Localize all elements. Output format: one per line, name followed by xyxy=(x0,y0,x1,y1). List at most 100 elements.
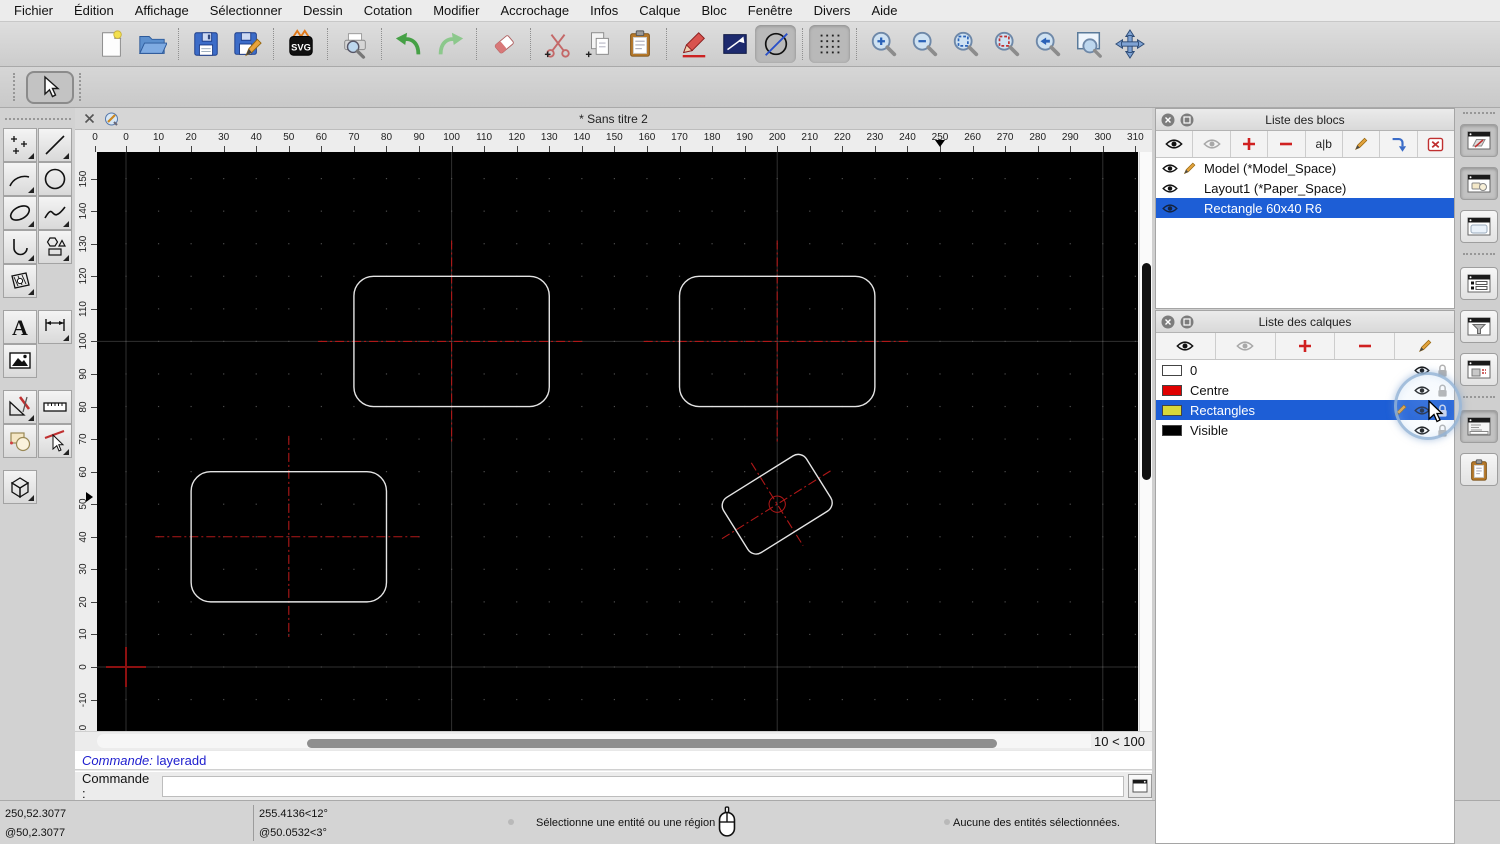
menu-fenetre[interactable]: Fenêtre xyxy=(748,3,793,18)
close-panel-icon[interactable] xyxy=(1161,113,1175,127)
vertical-scrollbar[interactable] xyxy=(1139,152,1152,731)
new-document-button[interactable] xyxy=(90,25,131,63)
layer-row[interactable]: Centre xyxy=(1156,380,1454,400)
layer-color-swatch[interactable] xyxy=(1162,404,1182,416)
save-button[interactable] xyxy=(185,25,226,63)
dock-toggle-command-widget[interactable] xyxy=(1460,410,1498,443)
dock-toggle-properties[interactable] xyxy=(1460,210,1498,243)
select-entity-tool[interactable] xyxy=(38,424,72,458)
float-panel-icon[interactable] xyxy=(1180,113,1194,127)
layer-remove-button[interactable] xyxy=(1335,333,1396,359)
block-row[interactable]: Rectangle 60x40 R6 xyxy=(1156,198,1454,218)
zoom-previous-button[interactable] xyxy=(1027,25,1068,63)
save-as-button[interactable] xyxy=(226,25,267,63)
horizontal-scrollbar-track[interactable] xyxy=(97,734,1097,748)
cut-button[interactable] xyxy=(537,25,578,63)
redo-button[interactable] xyxy=(429,25,470,63)
hatch-tool[interactable] xyxy=(3,264,37,298)
points-tool[interactable] xyxy=(3,128,37,162)
block-add-button[interactable] xyxy=(1231,131,1269,157)
layer-hide-all-button[interactable] xyxy=(1216,333,1276,359)
block-delete-button[interactable] xyxy=(1418,131,1454,157)
polyline-tool[interactable] xyxy=(3,230,37,264)
layer-show-all-button[interactable] xyxy=(1156,333,1216,359)
dock-toggle-library-browser[interactable] xyxy=(1460,353,1498,386)
layer-edit-button[interactable] xyxy=(1395,333,1454,359)
spline-tool[interactable] xyxy=(38,196,72,230)
grid-toggle[interactable] xyxy=(809,25,850,63)
select-tool-button[interactable] xyxy=(26,70,74,104)
menu-aide[interactable]: Aide xyxy=(871,3,897,18)
dock-toggle-entity-list[interactable] xyxy=(1460,267,1498,300)
zoom-in-button[interactable] xyxy=(863,25,904,63)
drawing-canvas[interactable] xyxy=(97,152,1138,731)
draft-mode-toggle[interactable] xyxy=(755,25,796,63)
zoom-out-button[interactable] xyxy=(904,25,945,63)
lock-icon[interactable] xyxy=(1436,403,1449,418)
block-hide-all-button[interactable] xyxy=(1193,131,1231,157)
menu-infos[interactable]: Infos xyxy=(590,3,618,18)
open-document-button[interactable] xyxy=(131,25,172,63)
delete-button[interactable] xyxy=(483,25,524,63)
command-dock-button[interactable] xyxy=(1128,774,1152,798)
paste-button[interactable] xyxy=(619,25,660,63)
layer-color-swatch[interactable] xyxy=(1162,384,1182,396)
pen-edit-button[interactable] xyxy=(673,25,714,63)
command-input[interactable] xyxy=(161,775,1125,797)
block-remove-button[interactable] xyxy=(1268,131,1306,157)
pencil-icon[interactable] xyxy=(1182,161,1197,176)
line-tool[interactable] xyxy=(38,128,72,162)
measure-tool[interactable] xyxy=(38,390,72,424)
eye-icon[interactable] xyxy=(1414,405,1430,416)
zoom-window-button[interactable] xyxy=(1068,25,1109,63)
menu-cotation[interactable]: Cotation xyxy=(364,3,412,18)
layer-row[interactable]: Rectangles xyxy=(1156,400,1454,420)
eye-icon[interactable] xyxy=(1162,183,1178,194)
menu-modifier[interactable]: Modifier xyxy=(433,3,479,18)
eye-icon[interactable] xyxy=(1162,203,1178,214)
layer-add-button[interactable] xyxy=(1276,333,1336,359)
drafting-tools-tool[interactable] xyxy=(3,390,37,424)
selection-pointer-button[interactable] xyxy=(714,25,755,63)
menu-dessin[interactable]: Dessin xyxy=(303,3,343,18)
ellipse-tool[interactable] xyxy=(3,196,37,230)
pencil-icon[interactable] xyxy=(1393,403,1408,418)
block-show-all-button[interactable] xyxy=(1156,131,1194,157)
menu-affichage[interactable]: Affichage xyxy=(135,3,189,18)
arc-tool[interactable] xyxy=(3,162,37,196)
vertical-scrollbar-thumb[interactable] xyxy=(1142,263,1151,480)
eye-icon[interactable] xyxy=(1414,385,1430,396)
block-insert-button[interactable] xyxy=(1380,131,1418,157)
solid-3d-tool[interactable] xyxy=(3,470,37,504)
menu-divers[interactable]: Divers xyxy=(814,3,851,18)
dock-toggle-filter[interactable] xyxy=(1460,310,1498,343)
close-document-icon[interactable] xyxy=(83,112,96,125)
eye-icon[interactable] xyxy=(1414,365,1430,376)
block-edit-button[interactable] xyxy=(1343,131,1381,157)
lock-icon[interactable] xyxy=(1436,423,1449,438)
image-tool[interactable] xyxy=(3,344,37,378)
eye-icon[interactable] xyxy=(1162,163,1178,174)
export-svg-button[interactable]: SVG xyxy=(280,25,321,63)
order-tool[interactable] xyxy=(3,424,37,458)
menu-calque[interactable]: Calque xyxy=(639,3,680,18)
lock-icon[interactable] xyxy=(1436,363,1449,378)
text-tool[interactable]: A xyxy=(3,310,37,344)
menu-selectionner[interactable]: Sélectionner xyxy=(210,3,282,18)
horizontal-scrollbar-thumb[interactable] xyxy=(307,739,997,748)
zoom-selection-button[interactable] xyxy=(986,25,1027,63)
dock-toggle-clipboard[interactable] xyxy=(1460,453,1498,486)
menu-edition[interactable]: Édition xyxy=(74,3,114,18)
print-preview-button[interactable] xyxy=(334,25,375,63)
block-rename-button[interactable]: a|b xyxy=(1306,131,1343,157)
block-row[interactable]: Model (*Model_Space) xyxy=(1156,158,1454,178)
circle-tool[interactable] xyxy=(38,162,72,196)
float-panel-icon[interactable] xyxy=(1180,315,1194,329)
undo-button[interactable] xyxy=(388,25,429,63)
polygon-tool[interactable] xyxy=(38,230,72,264)
close-panel-icon[interactable] xyxy=(1161,315,1175,329)
dimension-tool[interactable] xyxy=(38,310,72,344)
lock-icon[interactable] xyxy=(1436,383,1449,398)
layer-row[interactable]: Visible xyxy=(1156,420,1454,440)
dock-toggle-layer-list[interactable] xyxy=(1460,167,1498,200)
